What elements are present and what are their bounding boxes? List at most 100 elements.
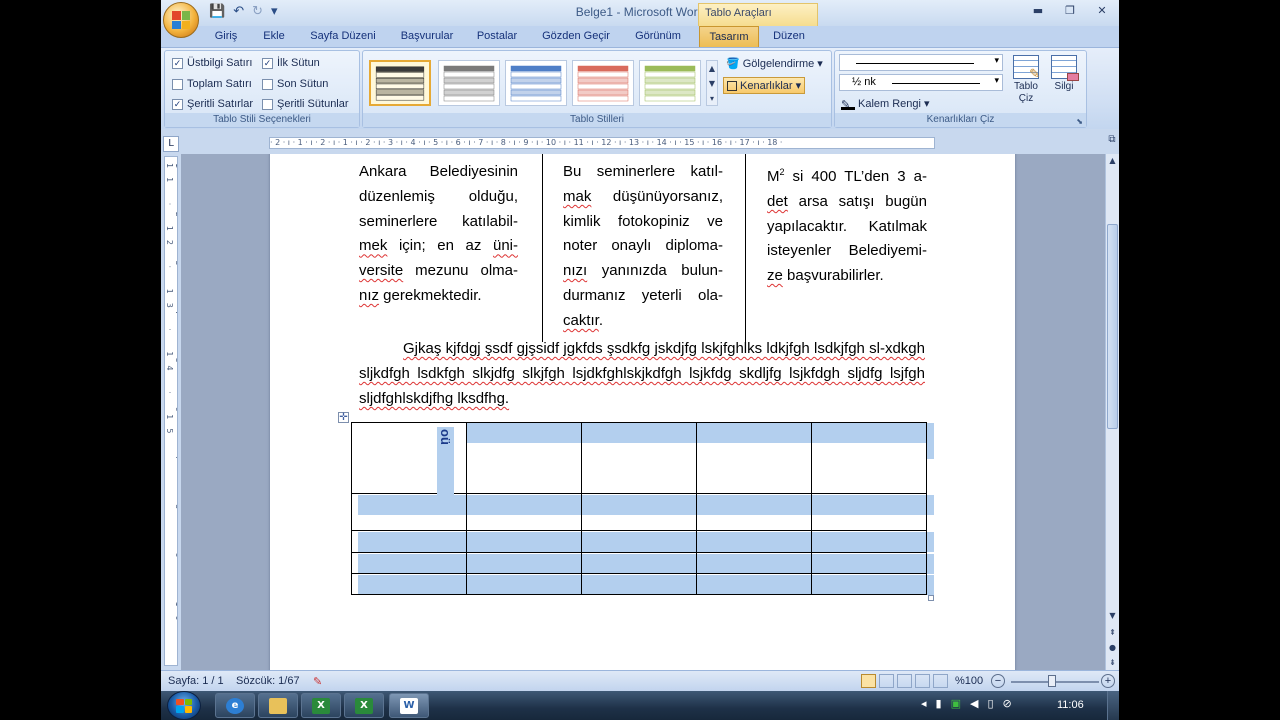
table-resize-handle[interactable] <box>928 595 934 601</box>
vertical-ruler[interactable]: 1 · 2 · 3 · 4 · 5 · 6 · 7 · 8 · 9 · 10 ·… <box>164 156 178 666</box>
zoom-slider-knob[interactable] <box>1048 675 1056 687</box>
table-cell[interactable] <box>696 573 812 595</box>
taskbar-excel-1[interactable]: X <box>301 693 341 718</box>
tray-expand-icon[interactable]: ◂ <box>921 697 927 710</box>
tab-postalar[interactable]: Postalar <box>471 26 523 47</box>
document-page[interactable]: Ankara Belediyesinin düzenlemiş olduğu, … <box>270 154 1015 670</box>
ribbon: ✓ Üstbilgi Satırı ✓ İlk Sütun Toplam Satır… <box>161 47 1119 129</box>
tab-gorunum[interactable]: Görünüm <box>628 26 688 47</box>
check-first-column[interactable]: ✓ İlk Sütun <box>262 57 320 69</box>
table-cell[interactable] <box>351 573 467 595</box>
zoom-in-icon[interactable]: + <box>1101 674 1115 688</box>
table-cell[interactable] <box>466 530 582 553</box>
check-banded-columns[interactable]: Şeritli Sütunlar <box>262 98 349 110</box>
line-weight-select[interactable]: ½ nk ▾ <box>839 74 1003 91</box>
full-screen-reading-icon[interactable] <box>879 674 894 688</box>
taskbar-excel-2[interactable]: X <box>344 693 384 718</box>
borders-button[interactable]: Kenarlıklar ▾ <box>723 77 806 94</box>
table-cell[interactable] <box>696 422 812 494</box>
outline-icon[interactable] <box>915 674 930 688</box>
table[interactable]: oü <box>351 422 934 597</box>
table-cell[interactable] <box>466 422 582 494</box>
vertical-scrollbar[interactable]: ▲ ▼ ⇞ ● ⇟ <box>1105 154 1119 670</box>
previous-page-icon[interactable]: ⇞ <box>1106 626 1119 639</box>
table-cell[interactable] <box>811 530 927 553</box>
table-cell[interactable] <box>581 493 697 531</box>
tab-giris[interactable]: Giriş <box>207 26 245 47</box>
print-layout-icon[interactable] <box>861 674 876 688</box>
taskbar-explorer[interactable] <box>258 693 298 718</box>
proofing-icon[interactable]: ✎ <box>313 675 322 688</box>
check-total-row[interactable]: Toplam Satırı <box>172 78 252 90</box>
table-style-thumb[interactable] <box>438 60 500 106</box>
table-cell[interactable] <box>466 552 582 574</box>
show-desktop-button[interactable] <box>1107 691 1119 720</box>
pen-color-button[interactable]: ✎ Kalem Rengi ▾ <box>841 97 930 111</box>
table-cell[interactable] <box>466 493 582 531</box>
scroll-thumb[interactable] <box>1107 224 1118 429</box>
zoom-out-icon[interactable]: − <box>991 674 1005 688</box>
tab-duzen[interactable]: Düzen <box>764 26 814 47</box>
tab-gozden-gecir[interactable]: Gözden Geçir <box>536 26 616 47</box>
minimize-button[interactable]: ▬ <box>1023 2 1053 20</box>
shading-button[interactable]: 🪣 Gölgelendirme ▾ <box>726 57 823 71</box>
tab-tasarim[interactable]: Tasarım <box>699 26 759 47</box>
table-cell[interactable] <box>351 530 467 553</box>
gallery-scroll[interactable]: ▲ ▼ ▾ <box>706 60 718 106</box>
language-icon[interactable]: ⊘ <box>1003 697 1012 710</box>
check-last-column[interactable]: Son Sütun <box>262 78 328 90</box>
table-cell[interactable] <box>811 573 927 595</box>
word-count[interactable]: Sözcük: 1/67 <box>236 675 300 687</box>
network-icon[interactable]: ▮ <box>936 697 942 710</box>
web-layout-icon[interactable] <box>897 674 912 688</box>
office-button[interactable] <box>163 2 199 38</box>
table-cell[interactable]: oü <box>351 422 467 497</box>
table-style-thumb[interactable] <box>505 60 567 106</box>
table-cell[interactable] <box>696 530 812 553</box>
next-page-icon[interactable]: ⇟ <box>1106 656 1119 669</box>
page-count[interactable]: Sayfa: 1 / 1 <box>168 675 224 687</box>
volume-icon[interactable]: ◀ <box>970 697 978 710</box>
start-button[interactable] <box>167 691 201 720</box>
line-style-select[interactable]: ▾ <box>839 54 1003 71</box>
restore-button[interactable]: ❐ <box>1055 2 1085 20</box>
dialog-launcher-icon[interactable]: ⬊ <box>1076 117 1083 126</box>
table-style-thumb[interactable] <box>639 60 701 106</box>
table-cell[interactable] <box>811 552 927 574</box>
draft-icon[interactable] <box>933 674 948 688</box>
table-style-thumb[interactable] <box>369 60 431 106</box>
close-button[interactable]: ✕ <box>1087 2 1117 20</box>
browse-object-icon[interactable]: ● <box>1106 641 1119 654</box>
power-icon[interactable]: ▯ <box>987 697 993 710</box>
table-cell[interactable] <box>581 573 697 595</box>
taskbar-clock[interactable]: 11:06 <box>1057 699 1084 711</box>
view-ruler-icon[interactable]: ⧉ <box>1105 134 1119 152</box>
table-cell[interactable] <box>811 493 927 531</box>
check-header-row[interactable]: ✓ Üstbilgi Satırı <box>172 57 252 69</box>
table-cell[interactable] <box>466 573 582 595</box>
scroll-down-icon[interactable]: ▼ <box>1106 609 1119 622</box>
ruler-scale[interactable]: · 2 · ı · 1 · ı · 2 · ı · 1 · ı · 2 · ı … <box>269 137 935 149</box>
taskbar-ie[interactable]: e <box>215 693 255 718</box>
table-style-thumb[interactable] <box>572 60 634 106</box>
table-cell[interactable] <box>581 530 697 553</box>
tab-selector[interactable]: L <box>163 136 179 152</box>
table-cell[interactable] <box>811 422 927 494</box>
action-center-icon[interactable]: ▣ <box>951 697 961 710</box>
table-cell[interactable] <box>581 552 697 574</box>
tab-basvurular[interactable]: Başvurular <box>394 26 460 47</box>
check-banded-rows[interactable]: ✓ Şeritli Satırlar <box>172 98 253 110</box>
tab-ekle[interactable]: Ekle <box>257 26 291 47</box>
taskbar-word[interactable]: W <box>389 693 429 718</box>
table-cell[interactable] <box>351 493 467 531</box>
table-cell[interactable] <box>696 493 812 531</box>
draw-table-button[interactable]: ✎ Tablo Çiz <box>1009 55 1043 105</box>
table-move-handle-icon[interactable]: ✛ <box>338 412 349 423</box>
table-cell[interactable] <box>696 552 812 574</box>
tab-sayfa-duzeni[interactable]: Sayfa Düzeni <box>306 26 380 47</box>
eraser-button[interactable]: Silgi <box>1047 55 1081 92</box>
table-cell[interactable] <box>351 552 467 574</box>
zoom-level[interactable]: %100 <box>955 675 983 687</box>
scroll-up-icon[interactable]: ▲ <box>1106 154 1119 167</box>
table-cell[interactable] <box>581 422 697 494</box>
